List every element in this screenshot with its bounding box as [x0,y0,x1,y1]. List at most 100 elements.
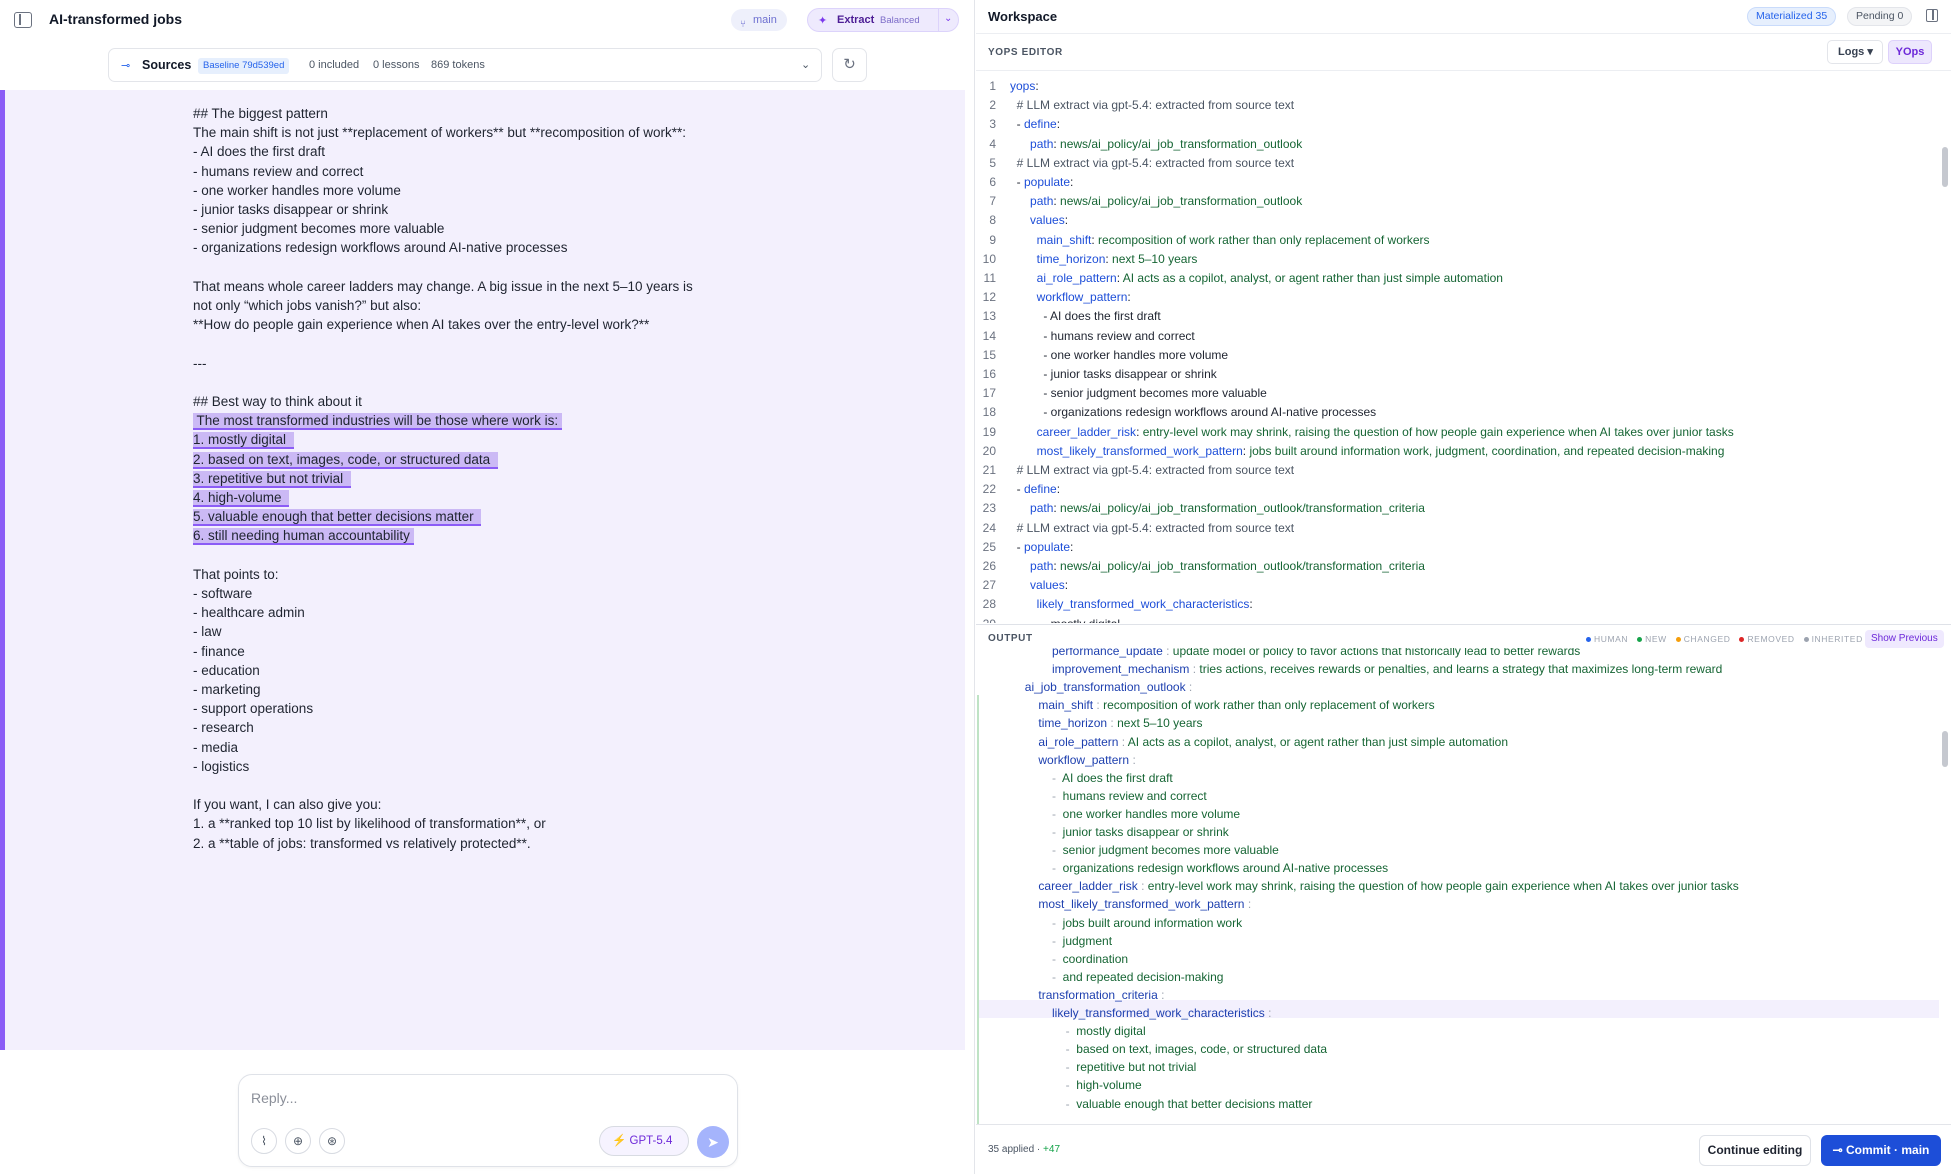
tools-button[interactable]: ⊛ [319,1128,345,1154]
output-list-item: organizations redesign workflows around … [1062,861,1389,876]
colon-separator: : [1107,716,1118,731]
line-number: 14 [982,328,996,343]
output-row: - humans review and correct [1052,787,1207,805]
reply-box: ⌇ ⊕ ⊛ ⚡ GPT-5.4 ➤ [238,1074,738,1167]
line-number: 18 [982,405,996,420]
new-dot-icon [1637,636,1643,642]
output-key: most_likely_transformed_work_pattern [1038,897,1245,912]
code-token: ai_role_pattern [1036,271,1117,285]
output-key: workflow_pattern [1038,752,1130,767]
output-row: improvement_mechanism : tries actions, r… [1052,660,1722,678]
code-token: # LLM extract via gpt-5.4: extracted fro… [1010,463,1295,477]
applied-count: 35 applied · [988,1144,1041,1155]
code-token: : [1070,175,1074,189]
attach-button[interactable]: ⌇ [251,1128,277,1154]
line-number: 17 [982,386,996,401]
editor-scrollbar[interactable] [1942,147,1948,187]
assistant-message [0,90,965,1050]
model-selector[interactable]: ⚡ GPT-5.4 [599,1126,689,1156]
output-value: entry-level work may shrink, raising the… [1147,879,1739,894]
refresh-button[interactable]: ↻ [832,48,867,82]
code-token: news/ai_policy/ai_job_transformation_out… [1060,194,1303,209]
output-row: - one worker handles more volume [1052,805,1240,823]
code-token: - AI does the first draft [1010,309,1161,324]
code-text: most_likely_transformed_work_pattern: jo… [1010,442,1725,461]
message-line: - logistics [193,757,249,777]
changed-dot-icon [1675,636,1681,642]
output-row: - valuable enough that better decisions … [1066,1095,1313,1113]
code-text: - mostly digital [1010,615,1120,623]
code-token: : [1064,578,1069,593]
message-line-text: - one worker handles more volume [193,182,401,198]
logs-button[interactable]: Logs ▾ [1827,40,1883,64]
output-view: performance_update : update model or pol… [976,648,1951,1124]
sidebar-toggle-icon[interactable] [14,12,32,28]
message-line-text: - law [193,624,222,640]
message-line-text: - AI does the first draft [193,144,326,160]
line-number: 9 [989,232,996,247]
branch-pill[interactable]: ⑂ main [731,9,787,31]
logs-label: Logs [1838,46,1865,58]
extract-button[interactable]: ✦ Extract Balanced ⌄ [807,8,959,32]
send-button[interactable]: ➤ [697,1126,729,1158]
bullet-dash: - [1052,969,1063,984]
message-line: - education [193,661,260,681]
bullet-dash: - [1065,1096,1077,1111]
code-token: values [1030,578,1065,593]
highlighted-text: 4. high-volume [193,490,290,507]
branch-label: main [753,14,777,26]
inherited-dot-icon [1803,636,1809,642]
chat-panel: AI-transformed jobs ⑂ main ✦ Extract Bal… [0,0,975,1174]
panel-toggle-icon[interactable] [1926,9,1938,22]
highlighted-text: 1. mostly digital [193,432,294,450]
included-count: 0 included [309,59,360,71]
commit-button[interactable]: ⊸ Commit · main [1821,1135,1941,1166]
message-line: That means whole career ladders may chan… [193,277,693,297]
line-number: 20 [982,443,996,458]
line-number: 16 [982,367,996,381]
output-row: - jobs built around information work [1052,914,1242,932]
reply-input[interactable] [251,1087,721,1109]
output-key: career_ladder_risk [1038,879,1138,894]
output-value: recomposition of work rather than only r… [1103,698,1435,713]
code-token: career_ladder_risk [1036,424,1137,439]
yops-button[interactable]: YOps [1888,40,1932,64]
legend-human: HUMAN [1594,634,1629,644]
code-token: main_shift [1036,232,1092,247]
show-previous-button[interactable]: Show Previous [1865,630,1944,648]
chevron-down-icon[interactable]: ⌄ [801,58,810,71]
chevron-down-icon[interactable]: ⌄ [944,13,952,24]
pending-badge[interactable]: Pending 0 [1847,7,1913,26]
sources-bar[interactable]: ⊸ Sources Baseline 79d539ed 0 included 0… [108,48,822,82]
message-line-text: **How do people gain experience when AI … [193,317,650,333]
colon-separator: : [1129,752,1140,767]
code-text: - junior tasks disappear or shrink [1010,365,1216,384]
message-line: ## The biggest pattern [193,104,328,124]
code-text: - one worker handles more volume [1010,346,1228,365]
output-value: update model or policy to favor actions … [1172,648,1581,658]
line-number: 28 [982,597,996,612]
highlighted-text: 5. valuable enough that better decisions… [193,509,482,527]
output-scrollbar[interactable] [1942,731,1948,767]
code-token: entry-level work may shrink, raising the… [1142,424,1734,439]
code-token: path [1030,136,1054,151]
output-row: - organizations redesign workflows aroun… [1052,859,1388,877]
continue-editing-button[interactable]: Continue editing [1699,1135,1811,1166]
bullet-dash: - [1052,861,1063,876]
message-line: - research [193,718,254,738]
materialized-badge[interactable]: Materialized 35 [1747,7,1837,26]
message-line: - organizations redesign workflows aroun… [193,238,567,258]
code-text: values: [1010,576,1068,595]
yops-editor[interactable]: 1 yops: 2 # LLM extract via gpt-5.4: extra… [976,71,1951,623]
code-text: # LLM extract via gpt-5.4: extracted fro… [1010,154,1294,173]
web-button[interactable]: ⊕ [285,1128,311,1154]
message-line: 3. repetitive but not trivial [193,469,351,489]
output-list-item: senior judgment becomes more valuable [1062,843,1279,858]
line-number: 13 [982,309,996,324]
output-list-item: repetitive but not trivial [1076,1060,1197,1075]
code-text: # LLM extract via gpt-5.4: extracted fro… [1010,519,1294,538]
line-number: 15 [982,347,996,362]
line-number: 2 [989,98,996,113]
